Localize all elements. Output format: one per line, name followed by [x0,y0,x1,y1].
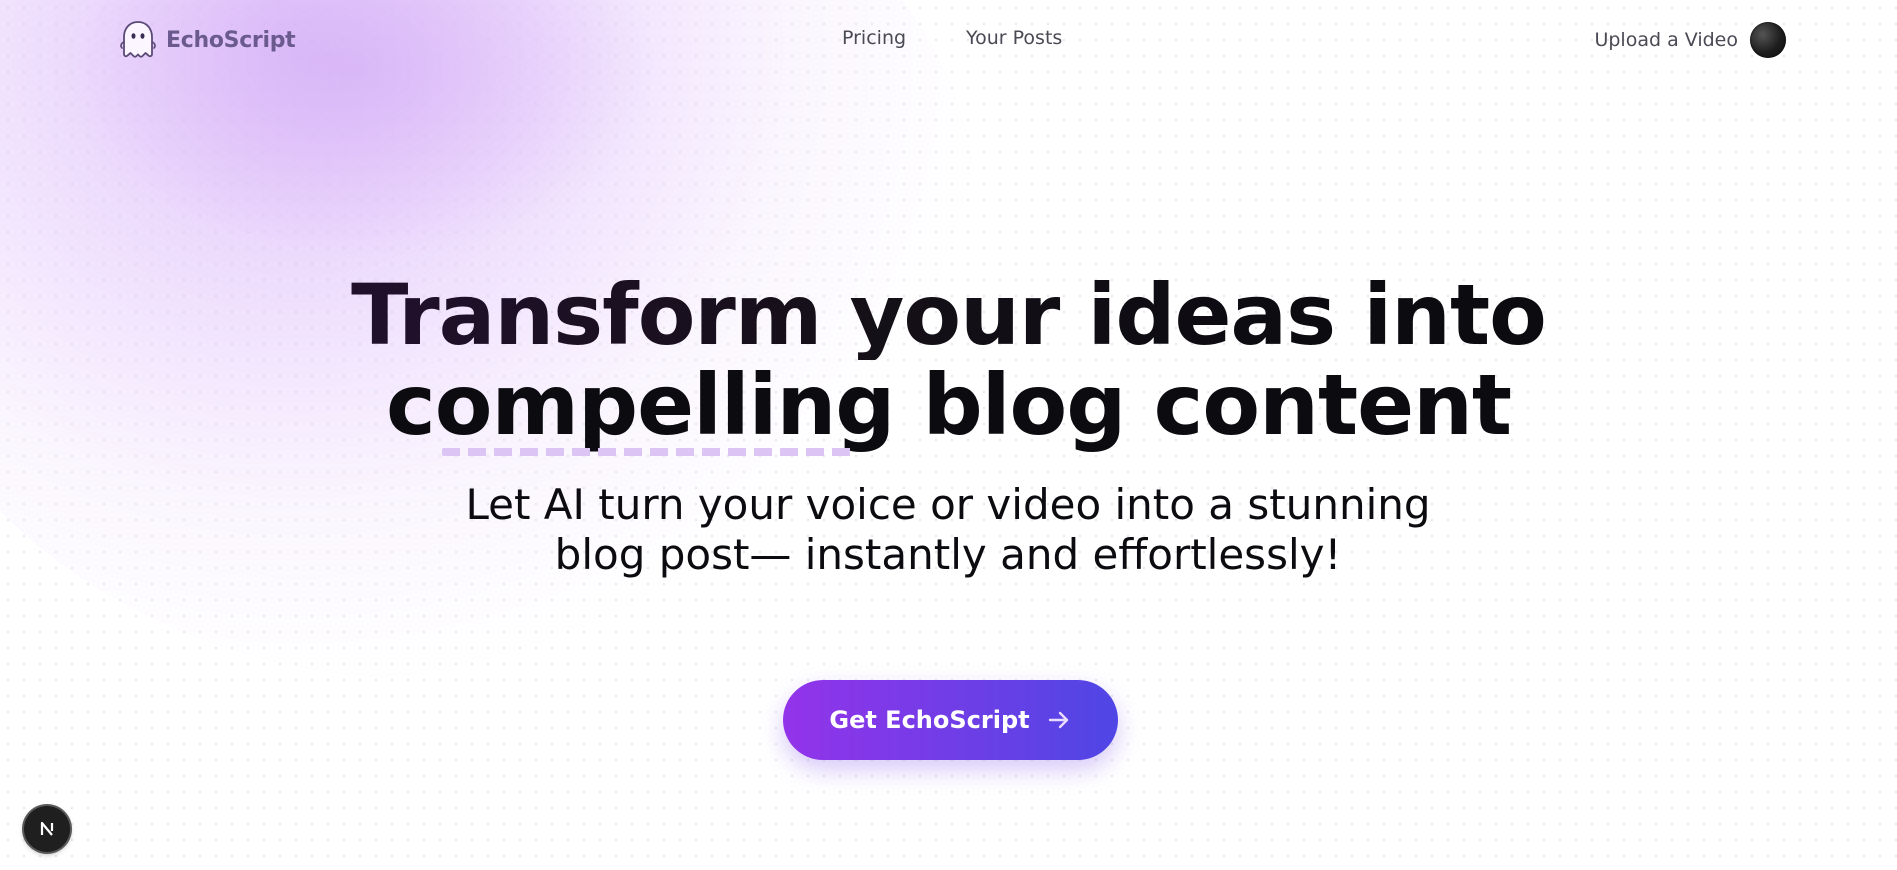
hero-title-line2: compelling blog content [385,356,1512,454]
nav-link-your-posts[interactable]: Your Posts [966,27,1062,49]
hero-subtitle: Let AI turn your voice or video into a s… [465,480,1431,579]
user-avatar[interactable] [1750,22,1786,58]
brand-logo-link[interactable]: EchoScript [118,18,296,62]
hero-title: Transform your ideas into compelling blo… [0,270,1897,450]
hero-title-line1: Transform your ideas into [0,270,1897,360]
title-dashed-underline [442,448,854,456]
cta-label: Get EchoScript [829,706,1030,734]
header-actions: Upload a Video [1594,22,1786,58]
upload-video-link[interactable]: Upload a Video [1594,29,1738,51]
nextjs-dev-badge[interactable] [24,806,70,852]
site-header: EchoScript Pricing Your Posts Upload a V… [0,0,1897,80]
nav-link-pricing[interactable]: Pricing [842,27,906,49]
ghost-icon [120,21,156,58]
get-echoscript-button[interactable]: Get EchoScript [783,680,1118,760]
nextjs-icon [40,821,54,836]
brand-name: EchoScript [166,27,296,53]
landing-page: EchoScript Pricing Your Posts Upload a V… [0,0,1897,870]
arrow-right-icon [1048,711,1068,729]
main-nav: Pricing Your Posts [842,27,1062,49]
